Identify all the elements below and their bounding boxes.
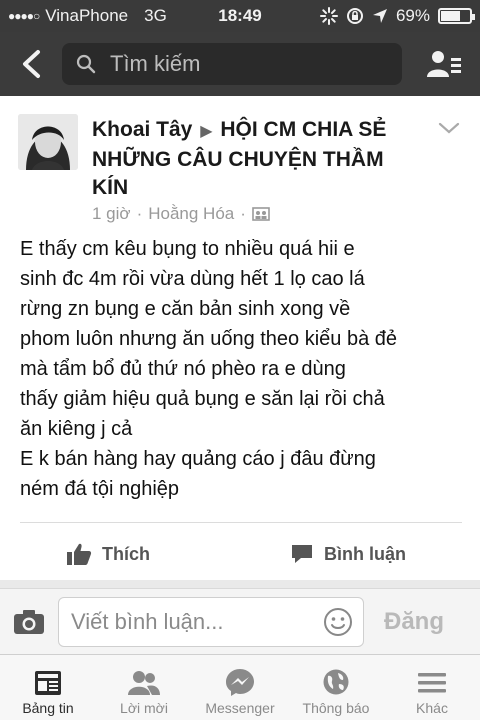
post-time[interactable]: 1 giờ [92, 204, 131, 224]
tab-label: Bảng tin [22, 700, 74, 716]
tab-friend-requests[interactable]: Lời mời [96, 655, 192, 720]
thumbs-up-icon [67, 543, 92, 565]
post-text-line: ném đá tội nghiệp [20, 478, 180, 500]
search-icon [76, 54, 96, 74]
tab-more[interactable]: Khác [384, 655, 480, 720]
tab-news-feed[interactable]: Bảng tin [0, 655, 96, 720]
author-name[interactable]: Khoai Tây [92, 118, 192, 141]
post-card: Khoai Tây ▶ HỘI CM CHIA SẺ NHỮNG CÂU CHU… [0, 96, 480, 588]
chevron-down-icon [438, 122, 460, 134]
meta-separator: · [240, 204, 246, 223]
post-location[interactable]: Hoằng Hóa [148, 204, 234, 224]
like-label: Thích [102, 543, 150, 564]
friend-requests-icon [128, 671, 160, 695]
news-feed-icon [35, 671, 61, 695]
like-button[interactable]: Thích [66, 536, 150, 572]
carrier-name: VinaPhone [45, 6, 129, 25]
meta-separator: · [136, 204, 143, 223]
status-bar: ●●●●○ VinaPhone 3G 18:49 69% [0, 0, 480, 32]
post-text-line: E k bán hàng hay quảng cáo j đâu đừng [20, 448, 376, 470]
signal-strength-icon: ●●●●○ [8, 9, 40, 23]
post-body: E thấy cm kêu bụng to nhiều quá hii e sin… [20, 234, 472, 504]
comment-input[interactable] [71, 608, 311, 635]
friends-list-button[interactable] [410, 32, 480, 96]
comment-composer: Đăng [0, 588, 480, 654]
tab-messenger[interactable]: Messenger [192, 655, 288, 720]
battery-icon [438, 8, 475, 24]
friends-list-icon [427, 51, 461, 77]
battery-fill [441, 11, 460, 21]
back-button[interactable] [0, 32, 62, 96]
tab-label: Messenger [205, 700, 275, 716]
messenger-icon [226, 669, 254, 696]
post-divider [20, 522, 462, 523]
tab-label: Thông báo [302, 700, 370, 716]
status-left: ●●●●○ VinaPhone 3G [8, 6, 178, 26]
post-text-line: mà tẩm bổ đủ thứ nó phèo ra e dùng [20, 358, 346, 380]
loading-spinner-icon [319, 7, 338, 25]
post-text-line: phom luôn nhưng ăn uống theo kiểu bà đẻ [20, 328, 398, 350]
battery-percent: 69% [395, 6, 430, 25]
search-bar[interactable] [62, 43, 402, 85]
hamburger-menu-icon [418, 673, 446, 693]
tab-label: Khác [416, 700, 448, 716]
network-type: 3G [144, 6, 167, 25]
back-chevron-icon [23, 50, 40, 78]
author-avatar[interactable] [18, 114, 78, 170]
status-right: 69% [319, 6, 475, 26]
rotation-lock-icon [346, 8, 363, 24]
navigation-bar [0, 32, 480, 96]
post-text-line: rừng zn bụng e căn bản sinh xong về [20, 298, 351, 320]
section-separator [0, 580, 480, 588]
tab-label: Lời mời [120, 700, 168, 716]
shared-to-arrow-icon: ▶ [200, 123, 213, 140]
comment-button[interactable]: Bình luận [290, 536, 406, 572]
tab-notifications[interactable]: Thông báo [288, 655, 384, 720]
post-comment-button[interactable]: Đăng [384, 608, 444, 636]
smiley-icon [324, 607, 352, 636]
globe-notifications-icon [323, 669, 349, 695]
post-text-line: E thấy cm kêu bụng to nhiều quá hii e [20, 238, 355, 260]
post-options-button[interactable] [436, 118, 462, 138]
post-text-line: thấy giảm hiệu quả bụng e săn lại rồi ch… [20, 388, 385, 410]
group-privacy-icon [252, 207, 270, 221]
search-input[interactable] [110, 51, 380, 77]
avatar-image [18, 114, 78, 170]
post-text-line: sinh đc 4m rồi vừa dùng hết 1 lọ cao lá [20, 268, 365, 290]
comment-bubble-icon [292, 545, 312, 563]
camera-button[interactable] [0, 589, 58, 655]
post-header: Khoai Tây ▶ HỘI CM CHIA SẺ NHỮNG CÂU CHU… [92, 116, 422, 202]
comment-label: Bình luận [324, 543, 406, 564]
comment-input-box[interactable] [58, 596, 364, 647]
location-arrow-icon [372, 9, 387, 23]
post-meta: 1 giờ · Hoằng Hóa · [92, 204, 270, 224]
camera-icon [14, 609, 44, 634]
sticker-button[interactable] [323, 607, 353, 637]
post-text-line: ăn kiêng j cả [20, 418, 133, 440]
tab-bar: Bảng tin Lời mời Messenger Thông báo Khá… [0, 654, 480, 720]
